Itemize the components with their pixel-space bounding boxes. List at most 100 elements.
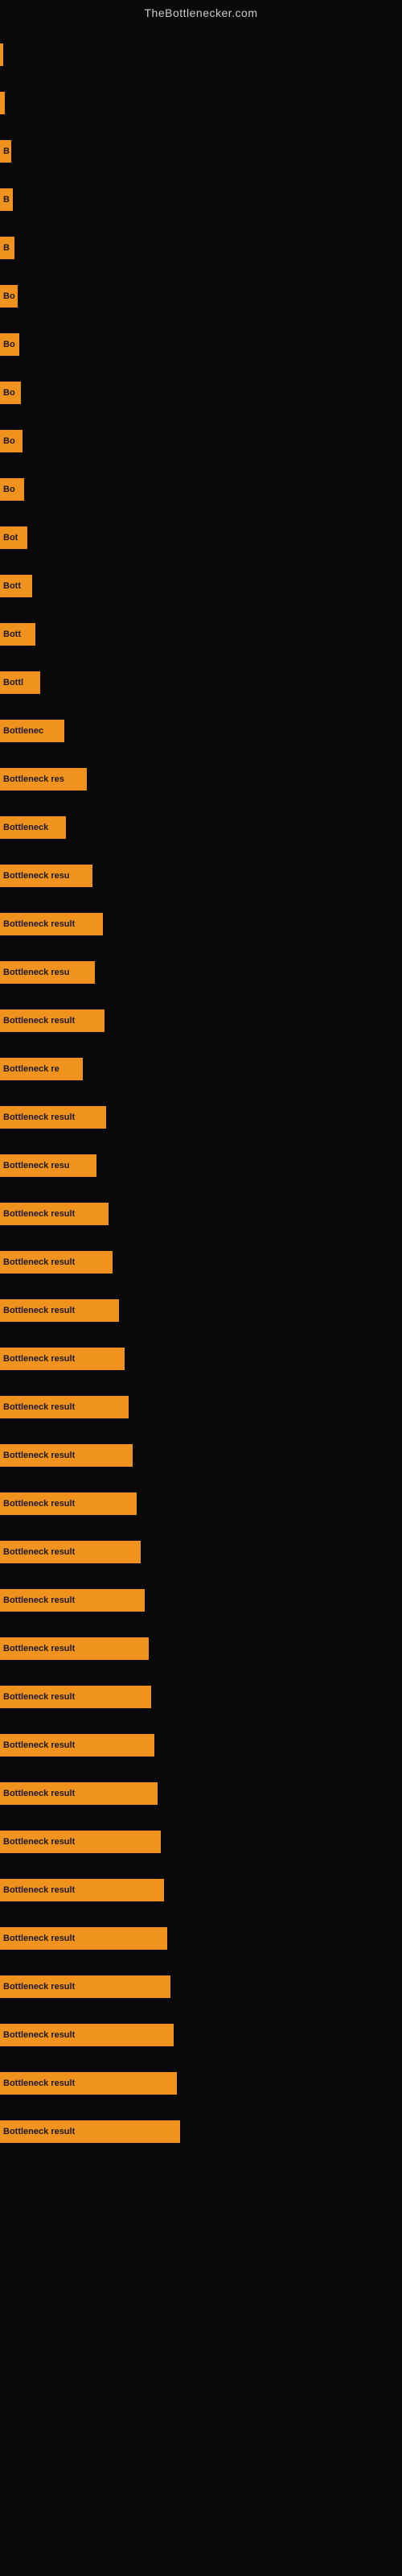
bar-item: Bottleneck result [0,1831,161,1853]
bar-label: Bottleneck result [3,1934,75,1943]
bar-row: Bottleneck res [0,755,402,803]
bar-row [0,79,402,127]
bar-row: Bottleneck result [0,1866,402,1914]
bar-item: Bott [0,623,35,646]
bar-label: Bottleneck result [3,1692,75,1702]
bar-label: Bottleneck result [3,1837,75,1847]
bar-label: Bottleneck resu [3,1161,70,1170]
bar-row [0,31,402,79]
bar-label: Bottleneck [3,823,48,832]
bar-label: Bottleneck resu [3,968,70,977]
bar-item: Bottleneck result [0,1444,133,1467]
bar-label: Bottleneck result [3,1451,75,1460]
bar-row: Bo [0,320,402,369]
bar-item: Bottleneck [0,816,66,839]
bar-row: Bottleneck resu [0,948,402,997]
bar-item: Bottleneck result [0,2024,174,2046]
bar-label: Bo [3,340,15,349]
bar-row: B [0,224,402,272]
bar-item: Bottleneck resu [0,961,95,984]
bar-label: Bott [3,581,21,591]
bar-row: Bo [0,417,402,465]
bar-item: Bottleneck result [0,1734,154,1757]
bar-label: Bottleneck result [3,2127,75,2136]
bar-row: Bottleneck result [0,1431,402,1480]
bar-label: Bottleneck result [3,1740,75,1750]
bar-item: Bottleneck re [0,1058,83,1080]
bar-item: Bo [0,333,19,356]
bar-row: B [0,175,402,224]
bar-item: Bottleneck result [0,1106,106,1129]
bar-label: Bottleneck result [3,1885,75,1895]
bar-label: Bottleneck result [3,1402,75,1412]
bar-row: Bottleneck result [0,1335,402,1383]
bar-item: Bottleneck result [0,1299,119,1322]
bar-row: Bo [0,369,402,417]
bar-label: Bottleneck re [3,1064,59,1074]
bar-row: Bottleneck result [0,1963,402,2011]
bar-item: Bottleneck result [0,1251,113,1274]
bar-item: Bottleneck resu [0,1154,96,1177]
bar-item: Bottleneck result [0,1009,105,1032]
bar-item: Bottl [0,671,40,694]
bar-label: Bottleneck result [3,1257,75,1267]
bar-label: Bottleneck result [3,1982,75,1992]
bar-label: Bo [3,388,15,398]
bar-label: Bottleneck result [3,1644,75,1653]
bar-row: Bottleneck result [0,1624,402,1673]
bar-row: Bottleneck result [0,2011,402,2059]
bar-label: Bottleneck resu [3,871,70,881]
bar-item: Bottleneck result [0,1348,125,1370]
bar-label: Bottleneck result [3,919,75,929]
bar-label: B [3,147,10,156]
bar-row: Bottleneck [0,803,402,852]
bar-label: B [3,243,10,253]
bar-label: Bo [3,485,15,494]
bar-row: Bott [0,562,402,610]
bar-row: Bottl [0,658,402,707]
bar-item: Bottlenec [0,720,64,742]
bar-item: B [0,140,11,163]
bar-item: Bottleneck res [0,768,87,791]
bar-row: B [0,127,402,175]
site-title-container: TheBottlenecker.com [0,0,402,23]
bar-item: Bottleneck result [0,1927,167,1950]
bar-row: Bottleneck re [0,1045,402,1093]
bar-row: Bottleneck result [0,1480,402,1528]
bar-item [0,43,3,66]
bar-item: Bottleneck result [0,1782,158,1805]
bar-row: Bottleneck result [0,1238,402,1286]
bar-label: Bottleneck result [3,1306,75,1315]
bar-row: Bottleneck result [0,1769,402,1818]
bar-label: Bottleneck result [3,2079,75,2088]
bar-label: Bot [3,533,18,543]
bar-label: Bottleneck result [3,1354,75,1364]
bar-label: Bo [3,291,15,301]
bar-item: Bo [0,430,23,452]
bar-row: Bottleneck result [0,1286,402,1335]
bar-item: Bottleneck result [0,1396,129,1418]
bar-item: Bottleneck result [0,1541,141,1563]
bar-item: Bo [0,285,18,308]
bar-row: Bottleneck result [0,1721,402,1769]
bar-item: Bo [0,382,21,404]
bar-row: Bottleneck result [0,2059,402,2107]
bar-label: Bottleneck result [3,1789,75,1798]
bar-row: Bottleneck result [0,900,402,948]
bar-item: Bottleneck result [0,1975,170,1998]
bar-item: Bottleneck result [0,1637,149,1660]
bar-row: Bottleneck resu [0,852,402,900]
bar-row: Bo [0,465,402,514]
bar-label: Bo [3,436,15,446]
bar-item: Bottleneck result [0,1492,137,1515]
bar-item: Bott [0,575,32,597]
bar-item: Bottleneck result [0,1203,109,1225]
bar-item: Bottleneck result [0,913,103,935]
bar-row: Bottleneck result [0,1818,402,1866]
bar-row: Bo [0,272,402,320]
bar-label: Bottlenec [3,726,43,736]
bar-row: Bottleneck result [0,2107,402,2156]
bar-item: Bottleneck result [0,1686,151,1708]
bar-label: Bottleneck result [3,1209,75,1219]
bar-label: Bottleneck res [3,774,64,784]
